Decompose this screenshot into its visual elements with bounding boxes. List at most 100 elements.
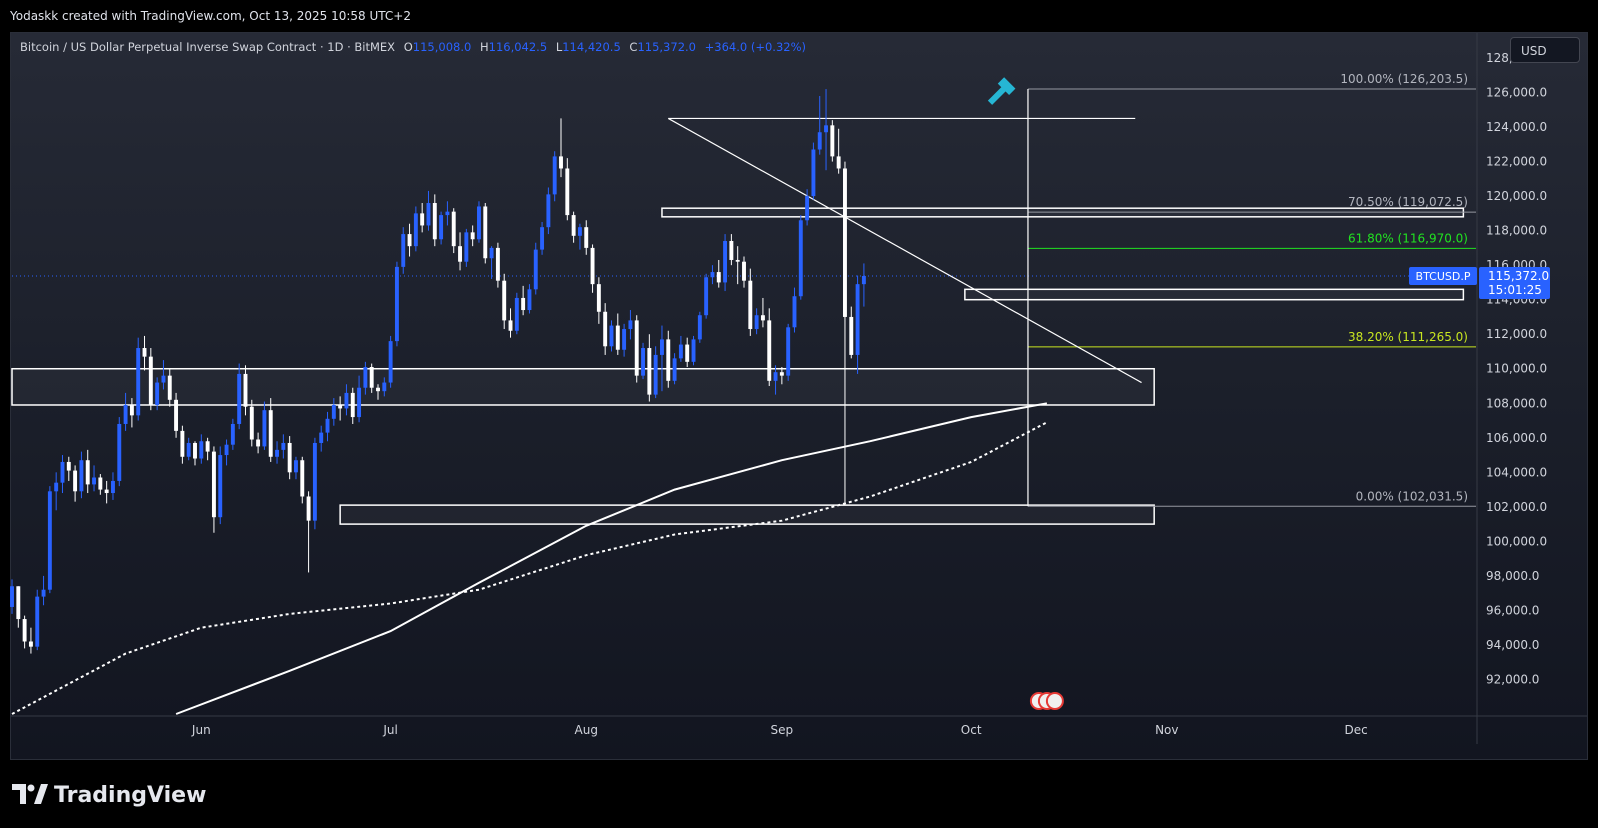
candle-body — [394, 266, 399, 342]
candle-body — [237, 373, 242, 424]
candle-body — [54, 482, 59, 492]
candle-body — [805, 196, 810, 221]
candle-body — [609, 325, 614, 347]
candle-body — [294, 460, 298, 473]
candle-body — [697, 315, 702, 340]
candlestick-chart[interactable]: 92,000.0 94,000.0 96,000.0 98,000.0 100,000.… — [0, 0, 1598, 828]
candle-body — [653, 354, 658, 395]
candle-body — [830, 125, 835, 157]
candle-body — [685, 344, 690, 362]
candle-body — [634, 320, 639, 376]
high-label: H — [479, 40, 489, 54]
candle-body — [735, 259, 740, 262]
time-tick-label: Oct — [961, 723, 982, 737]
candle-body — [786, 327, 791, 376]
candle-body — [186, 442, 191, 457]
low-value: 114,420.5 — [562, 40, 621, 54]
candle-body — [495, 247, 500, 281]
brand-name: TradingView — [54, 783, 207, 808]
symbol-title: Bitcoin / US Dollar Perpetual Inverse Sw… — [20, 40, 396, 54]
moving-average-line — [175, 402, 1048, 715]
candle-body — [161, 375, 166, 383]
trend-line — [667, 117, 1142, 384]
candle-body — [458, 246, 462, 262]
candle-body — [641, 348, 645, 376]
candle-body — [843, 168, 847, 317]
candle-body — [262, 410, 267, 447]
candle-body — [350, 392, 355, 418]
candle-body — [312, 442, 317, 521]
candle-body — [331, 404, 336, 419]
candle-body — [148, 356, 153, 405]
time-tick-label: Aug — [575, 723, 598, 737]
price-tick-label: 112,000.0 — [1486, 327, 1547, 341]
candle-body — [824, 125, 828, 133]
candle-body — [407, 234, 412, 247]
open-value: 115,008.0 — [412, 40, 472, 54]
time-tick-label: Dec — [1344, 723, 1367, 737]
candle-body — [552, 156, 557, 195]
candle-body — [230, 423, 235, 445]
price-tick-label: 102,000.0 — [1486, 500, 1547, 514]
candle-body — [603, 311, 608, 347]
candle-body — [344, 392, 349, 409]
candle-body — [628, 320, 633, 330]
candle-body — [861, 275, 866, 285]
high-value: 116,042.5 — [488, 40, 548, 54]
candle-body — [514, 297, 519, 331]
candle-body — [388, 341, 393, 383]
candle-body — [760, 315, 765, 321]
time-tick-label: Jul — [382, 723, 397, 737]
candle-body — [142, 348, 147, 357]
candle-body — [111, 480, 115, 494]
candle-body — [382, 382, 387, 392]
candle-body — [22, 619, 27, 642]
candle-body — [129, 404, 134, 416]
candle-body — [546, 194, 551, 228]
symbol-tag: BTCUSD.P — [1416, 270, 1471, 283]
candle-body — [104, 489, 109, 494]
change-value: +364.0 (+0.32%) — [704, 40, 806, 54]
candle-body — [41, 589, 46, 597]
candle-body — [205, 441, 210, 452]
candle-body — [508, 320, 513, 331]
currency-button[interactable]: USD — [1510, 37, 1580, 63]
candle-body — [596, 284, 601, 312]
candle-body — [281, 442, 286, 450]
candle-body — [369, 367, 374, 388]
candle-body — [256, 439, 261, 447]
candle-body — [193, 442, 197, 459]
candle-body — [35, 596, 40, 647]
time-tick-label: Nov — [1155, 723, 1178, 737]
candle-body — [792, 296, 797, 328]
candle-body — [666, 339, 671, 381]
candle-body — [622, 329, 627, 350]
candle-body — [723, 240, 728, 283]
candle-body — [300, 460, 305, 497]
candle-body — [319, 432, 324, 443]
price-tick-label: 106,000.0 — [1486, 431, 1547, 445]
fib-level-label: 100.00% (126,203.5) — [1340, 72, 1468, 86]
candle-body — [420, 213, 425, 226]
price-tick-label: 98,000.0 — [1486, 569, 1539, 583]
price-tick-label: 94,000.0 — [1486, 638, 1539, 652]
price-tick-label: 104,000.0 — [1486, 465, 1547, 479]
candle-body — [249, 406, 254, 440]
price-tick-label: 120,000.0 — [1486, 189, 1547, 203]
candle-body — [376, 387, 380, 392]
candle-body — [502, 280, 507, 321]
candle-body — [167, 375, 172, 400]
candle-body — [16, 586, 21, 620]
candle-body — [413, 213, 418, 247]
candle-body — [79, 460, 84, 492]
candle-body — [533, 249, 538, 290]
moving-average-line — [11, 421, 1048, 715]
last-price-label: 115,372.0 — [1488, 269, 1549, 283]
support-resistance-zone — [964, 288, 1465, 301]
candle-body — [817, 132, 822, 150]
candle-body — [218, 455, 223, 518]
candle-body — [92, 477, 96, 485]
fib-level-label: 61.80% (116,970.0) — [1348, 231, 1468, 245]
candle-body — [748, 280, 753, 330]
candle-body — [66, 461, 71, 471]
